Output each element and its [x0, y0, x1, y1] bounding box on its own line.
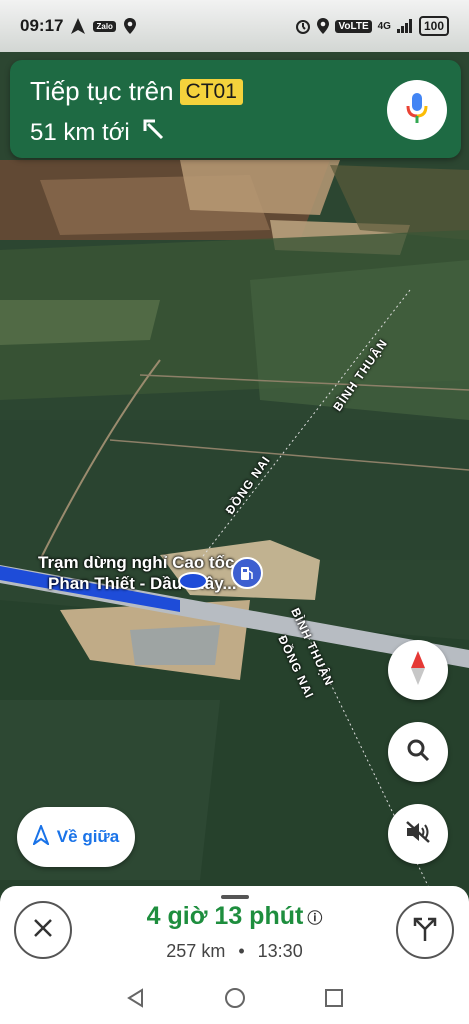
location-icon	[123, 18, 136, 34]
turn-left-icon	[142, 118, 164, 147]
mic-icon	[406, 92, 428, 129]
sound-toggle-button[interactable]	[388, 804, 448, 864]
compass-icon	[408, 650, 428, 690]
eta-duration-text: 4 giờ 13 phút	[146, 902, 304, 930]
recenter-label: Về giữa	[56, 827, 120, 846]
instruction-secondary: 51 km tới	[30, 118, 164, 147]
system-navigation-bar	[0, 972, 469, 1024]
alarm-icon	[295, 18, 311, 34]
trip-details: 257 km • 13:30	[0, 941, 469, 962]
alt-routes-icon	[412, 914, 438, 947]
trip-distance: 257 km	[166, 941, 226, 961]
battery-indicator: 100	[418, 16, 449, 36]
voice-search-button[interactable]	[387, 80, 447, 140]
distance-to-turn: 51 km tới	[30, 118, 130, 146]
home-icon[interactable]	[224, 987, 246, 1009]
mute-icon	[405, 820, 431, 849]
status-bar: 09:17 Zalo VoLTE 4G 100	[0, 0, 469, 52]
recenter-button[interactable]: Về giữa	[17, 807, 135, 867]
poi-name-line1: Trạm dừng nghỉ Cao tốc	[38, 553, 235, 572]
search-icon	[406, 738, 430, 767]
search-along-route-button[interactable]	[388, 722, 448, 782]
back-icon[interactable]	[126, 988, 146, 1008]
separator-dot: •	[238, 941, 245, 961]
sheet-handle[interactable]	[221, 895, 249, 899]
info-icon[interactable]: ⓘ	[307, 910, 322, 927]
navigation-banner[interactable]: Tiếp tục trên CT01 51 km tới	[10, 60, 461, 158]
location-icon	[317, 18, 330, 34]
zalo-icon: Zalo	[93, 20, 116, 32]
volte-badge: VoLTE	[335, 19, 372, 33]
navigation-arrow-icon	[71, 18, 86, 34]
network-type: 4G	[377, 20, 391, 32]
instruction-text: Tiếp tục trên	[30, 76, 174, 106]
road-shield: CT01	[179, 78, 243, 105]
current-location-marker	[178, 572, 208, 590]
signal-icon	[396, 19, 413, 33]
status-time: 09:17	[20, 16, 64, 35]
alternate-routes-button[interactable]	[396, 901, 454, 959]
recents-icon[interactable]	[324, 988, 344, 1008]
navigation-arrow-icon	[31, 822, 50, 850]
poi-label[interactable]: Trạm dừng nghỉ Cao tốc Phan Thiết - Dầu …	[38, 552, 237, 594]
instruction-primary: Tiếp tục trên CT01	[30, 76, 243, 107]
arrival-time: 13:30	[257, 941, 303, 961]
fuel-icon[interactable]	[231, 557, 263, 589]
compass-button[interactable]	[388, 640, 448, 700]
